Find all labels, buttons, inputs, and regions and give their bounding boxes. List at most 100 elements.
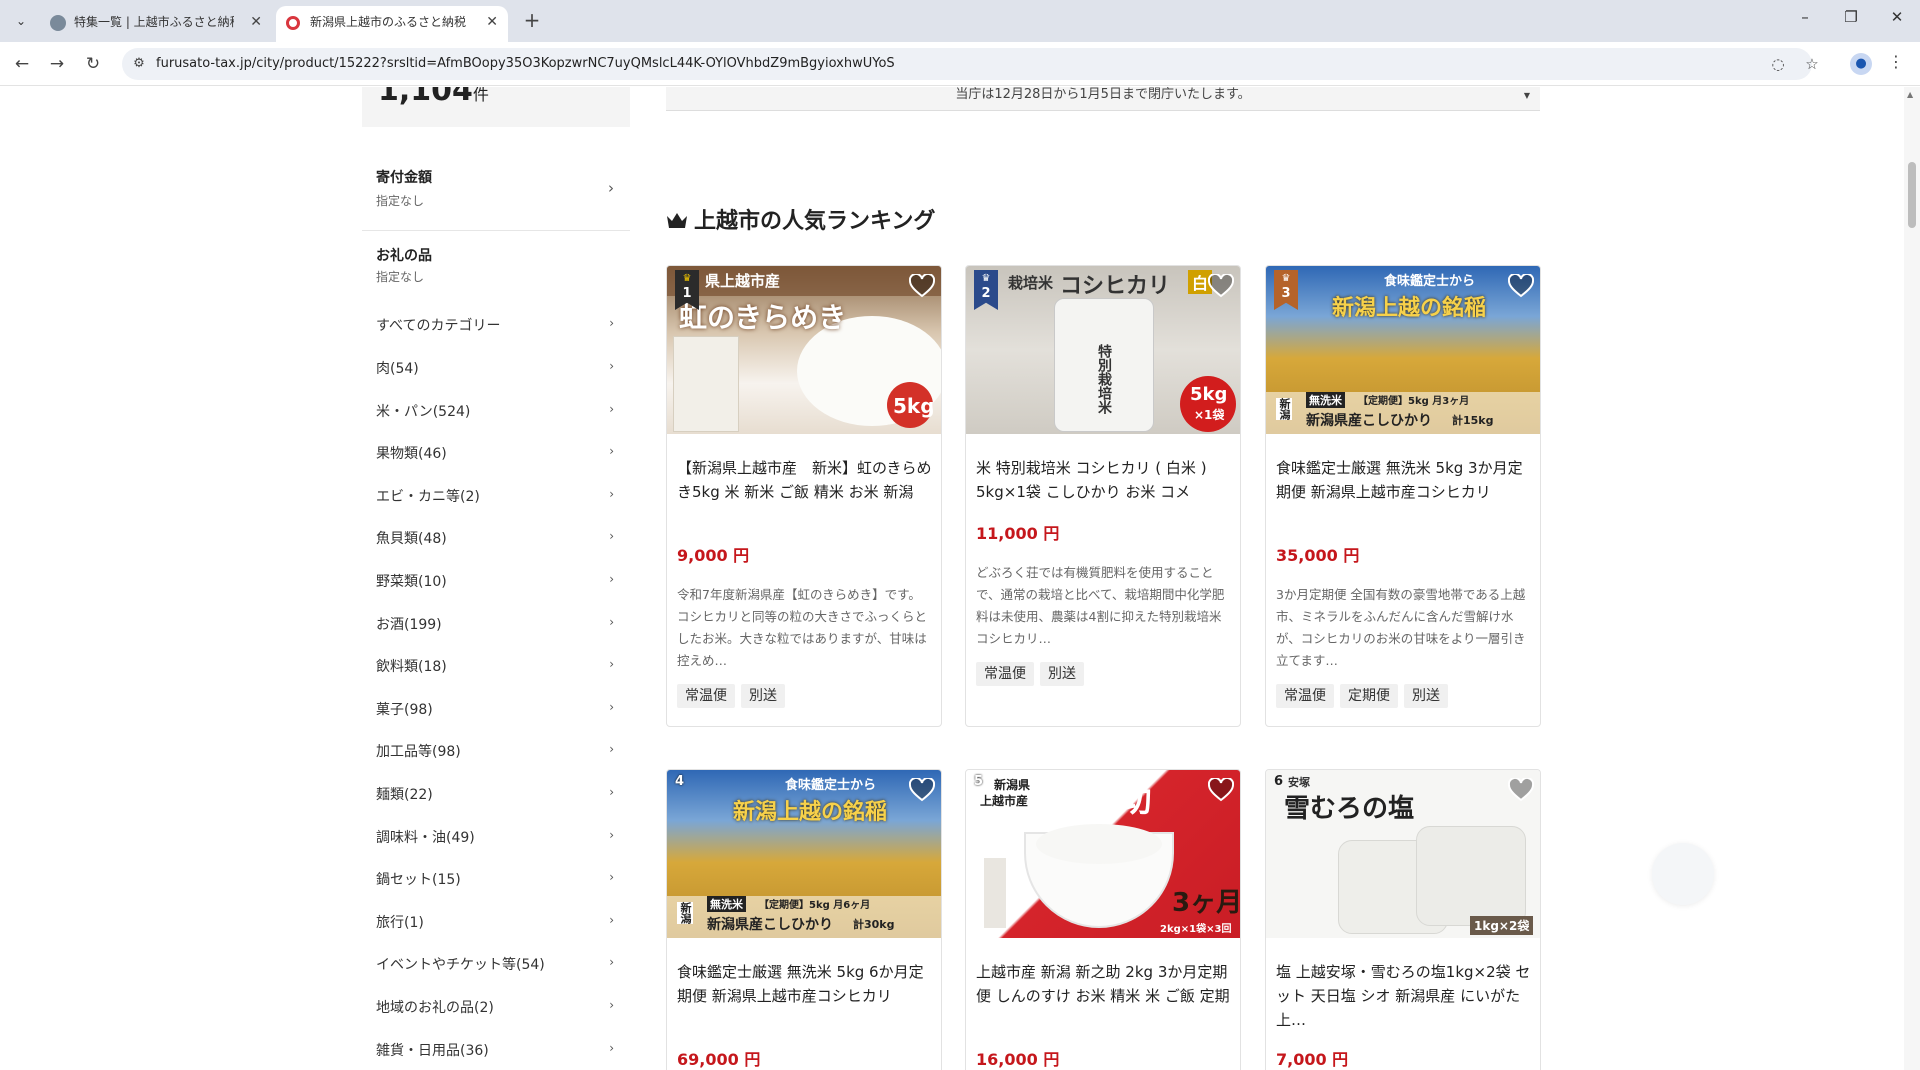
crown-icon: ♛ (682, 273, 692, 284)
close-tab-icon[interactable]: ✕ (486, 6, 498, 38)
new-tab-icon[interactable]: + (520, 8, 544, 32)
product-image[interactable]: 新潟県 上越市産 新之助 3ヶ月 2kg×1袋×3回 5 (966, 770, 1240, 938)
heart-icon[interactable] (909, 274, 935, 298)
category-travel[interactable]: 旅行(1) › (362, 912, 630, 954)
heart-icon[interactable] (909, 778, 935, 802)
notice-banner[interactable]: 当庁は12月28日から1月5日まで閉庁いたします。 ▼ (666, 87, 1540, 111)
category-label: 麺類(22) (376, 787, 433, 803)
product-image[interactable]: 食味鑑定士から 新潟上越の銘稲 無洗米 【定期便】5kg 月6ヶ月 新潟県産こし… (667, 770, 941, 938)
product-image[interactable]: 栽培米 コシヒカリ 白 特別栽培米 5kg ×1袋 ♛ 2 (966, 266, 1240, 434)
product-card-4[interactable]: 食味鑑定士から 新潟上越の銘稲 無洗米 【定期便】5kg 月6ヶ月 新潟県産こし… (666, 769, 942, 1070)
category-beverages[interactable]: 飲料類(18) › (362, 656, 630, 698)
scroll-up-arrow-icon[interactable]: ▲ (1907, 90, 1913, 99)
filter-value: 指定なし (376, 270, 425, 284)
category-hotpot[interactable]: 鍋セット(15) › (362, 869, 630, 911)
restore-icon[interactable]: ❐ (1836, 8, 1866, 26)
image-label: 雪むろの塩 (1284, 794, 1415, 824)
product-card-3[interactable]: 食味鑑定士から 新潟上越の銘稲 無洗米 【定期便】5kg 月3ヶ月 新潟県産こし… (1265, 265, 1541, 727)
browser-tab-1[interactable]: 特集一覧 | 上越市ふるさと納税特 ✕ (40, 6, 272, 42)
product-title[interactable]: 【新潟県上越市産 新米】虹のきらめき5kg 米 新米 ご飯 精米 お米 新潟 (677, 456, 933, 504)
product-card-6[interactable]: 安塚 雪むろの塩 1kg×2袋 6 塩 上越安塚・雪むろの塩1kg×2袋 セット… (1265, 769, 1541, 1070)
product-description: どぶろく荘では有機質肥料を使用することで、通常の栽培と比べて、栽培期間中化学肥料… (976, 565, 1225, 646)
product-card-5[interactable]: 新潟県 上越市産 新之助 3ヶ月 2kg×1袋×3回 5 上越市産 新潟 新之助… (965, 769, 1241, 1070)
category-seasoning[interactable]: 調味料・油(49) › (362, 827, 630, 869)
product-image[interactable]: 安塚 雪むろの塩 1kg×2袋 6 (1266, 770, 1540, 938)
eye-off-icon[interactable]: ◌ (1768, 54, 1788, 74)
category-local-gifts[interactable]: 地域のお礼の品(2) › (362, 997, 630, 1039)
category-label: 米・パン(524) (376, 404, 471, 420)
category-fruit[interactable]: 果物類(46) › (362, 443, 630, 485)
product-card-1[interactable]: 県上越市産 虹のきらめき 5kg ♛ 1 【新潟県上越市産 新米】虹のきらめき5k… (666, 265, 942, 727)
image-label: 無洗米 (1306, 392, 1345, 408)
close-tab-icon[interactable]: ✕ (250, 6, 262, 38)
product-image[interactable]: 食味鑑定士から 新潟上越の銘稲 無洗米 【定期便】5kg 月3ヶ月 新潟県産こし… (1266, 266, 1540, 434)
heart-icon[interactable] (1508, 274, 1534, 298)
menu-kebab-icon[interactable]: ⋮ (1888, 52, 1904, 71)
heart-icon[interactable] (1508, 778, 1534, 802)
back-icon[interactable]: ← (10, 52, 34, 76)
product-title[interactable]: 米 特別栽培米 コシヒカリ ( 白米 ) 5kg×1袋 こしひかり お米 コメ (976, 456, 1232, 504)
category-label: 調味料・油(49) (376, 830, 475, 846)
category-noodles[interactable]: 麺類(22) › (362, 784, 630, 826)
category-vegetables[interactable]: 野菜類(10) › (362, 571, 630, 613)
bookmark-star-icon[interactable]: ☆ (1802, 54, 1822, 74)
category-meat[interactable]: 肉(54) › (362, 358, 630, 400)
forward-icon[interactable]: → (45, 52, 69, 76)
page-scrollbar[interactable]: ▲ (1904, 87, 1920, 1070)
image-label: 上越市産 (980, 794, 1029, 808)
image-label: 食味鑑定士から (1384, 274, 1476, 289)
chevron-right-icon: › (609, 955, 614, 969)
category-label: 飲料類(18) (376, 659, 447, 675)
product-image[interactable]: 県上越市産 虹のきらめき 5kg ♛ 1 (667, 266, 941, 434)
product-tags: 常温便 別送 (677, 684, 791, 708)
heart-icon[interactable] (1208, 778, 1234, 802)
site-info-icon[interactable]: ⚙ (130, 55, 148, 73)
category-goods[interactable]: 雑貨・日用品(36) › (362, 1040, 630, 1070)
chevron-down-icon[interactable]: ▼ (1524, 91, 1530, 100)
profile-avatar-icon[interactable]: ● (1850, 53, 1872, 75)
floating-button[interactable] (1652, 843, 1714, 905)
filter-donation-amount[interactable]: 寄付金額 指定なし › (362, 167, 630, 231)
tab-search-icon[interactable]: ⌄ (10, 10, 32, 32)
category-events-tickets[interactable]: イベントやチケット等(54) › (362, 954, 630, 996)
product-title[interactable]: 塩 上越安塚・雪むろの塩1kg×2袋 セット 天日塩 シオ 新潟県産 にいがた … (1276, 960, 1532, 1032)
category-label: すべてのカテゴリー (376, 318, 501, 334)
product-title[interactable]: 食味鑑定士厳選 無洗米 5kg 6か月定期便 新潟県上越市産コシヒカリ (677, 960, 933, 1008)
chevron-right-icon: › (609, 359, 614, 373)
chevron-right-icon: › (609, 998, 614, 1012)
category-sweets[interactable]: 菓子(98) › (362, 699, 630, 741)
category-shrimp-crab[interactable]: エビ・カニ等(2) › (362, 486, 630, 528)
category-all[interactable]: すべてのカテゴリー › (362, 315, 630, 357)
product-title[interactable]: 上越市産 新潟 新之助 2kg 3か月定期便 しんのすけ お米 精米 米 ご飯 … (976, 960, 1232, 1008)
category-label: 旅行(1) (376, 915, 424, 931)
category-alcohol[interactable]: お酒(199) › (362, 614, 630, 656)
chevron-right-icon: › (609, 657, 614, 671)
result-count-box: 1,104件 (362, 87, 630, 127)
chevron-right-icon: › (609, 487, 614, 501)
tag: 別送 (741, 684, 785, 708)
category-rice-bread[interactable]: 米・パン(524) › (362, 401, 630, 443)
rank-badge: ♛ 2 (974, 270, 998, 310)
close-window-icon[interactable]: ✕ (1882, 8, 1912, 26)
category-label: 鍋セット(15) (376, 872, 461, 888)
category-seafood[interactable]: 魚貝類(48) › (362, 528, 630, 570)
image-label: 特別栽培米 (1096, 344, 1112, 414)
chevron-right-icon: › (609, 529, 614, 543)
browser-tab-2[interactable]: 新潟県上越市のふるさと納税 お礼 ✕ (276, 6, 508, 42)
chevron-right-icon: › (609, 913, 614, 927)
scroll-thumb[interactable] (1908, 162, 1916, 228)
crown-icon: ♛ (981, 273, 991, 284)
rank-number: 6 (1274, 774, 1284, 789)
product-price: 11,000 円 (976, 524, 1060, 543)
product-card-2[interactable]: 栽培米 コシヒカリ 白 特別栽培米 5kg ×1袋 ♛ 2 米 特別栽培米 コシヒ… (965, 265, 1241, 727)
product-title[interactable]: 食味鑑定士厳選 無洗米 5kg 3か月定期便 新潟県上越市産コシヒカリ (1276, 456, 1532, 504)
category-processed[interactable]: 加工品等(98) › (362, 741, 630, 783)
url-text[interactable]: furusato-tax.jp/city/product/15222?srslt… (156, 56, 895, 71)
rank-number: 5 (974, 774, 984, 789)
chevron-right-icon: › (609, 444, 614, 458)
address-bar[interactable]: ⚙ furusato-tax.jp/city/product/15222?srs… (122, 48, 1819, 80)
minimize-icon[interactable]: – (1790, 8, 1820, 26)
image-label: 新潟県産こしひかり (1306, 413, 1432, 429)
heart-icon[interactable] (1208, 274, 1234, 298)
reload-icon[interactable]: ↻ (81, 52, 105, 76)
